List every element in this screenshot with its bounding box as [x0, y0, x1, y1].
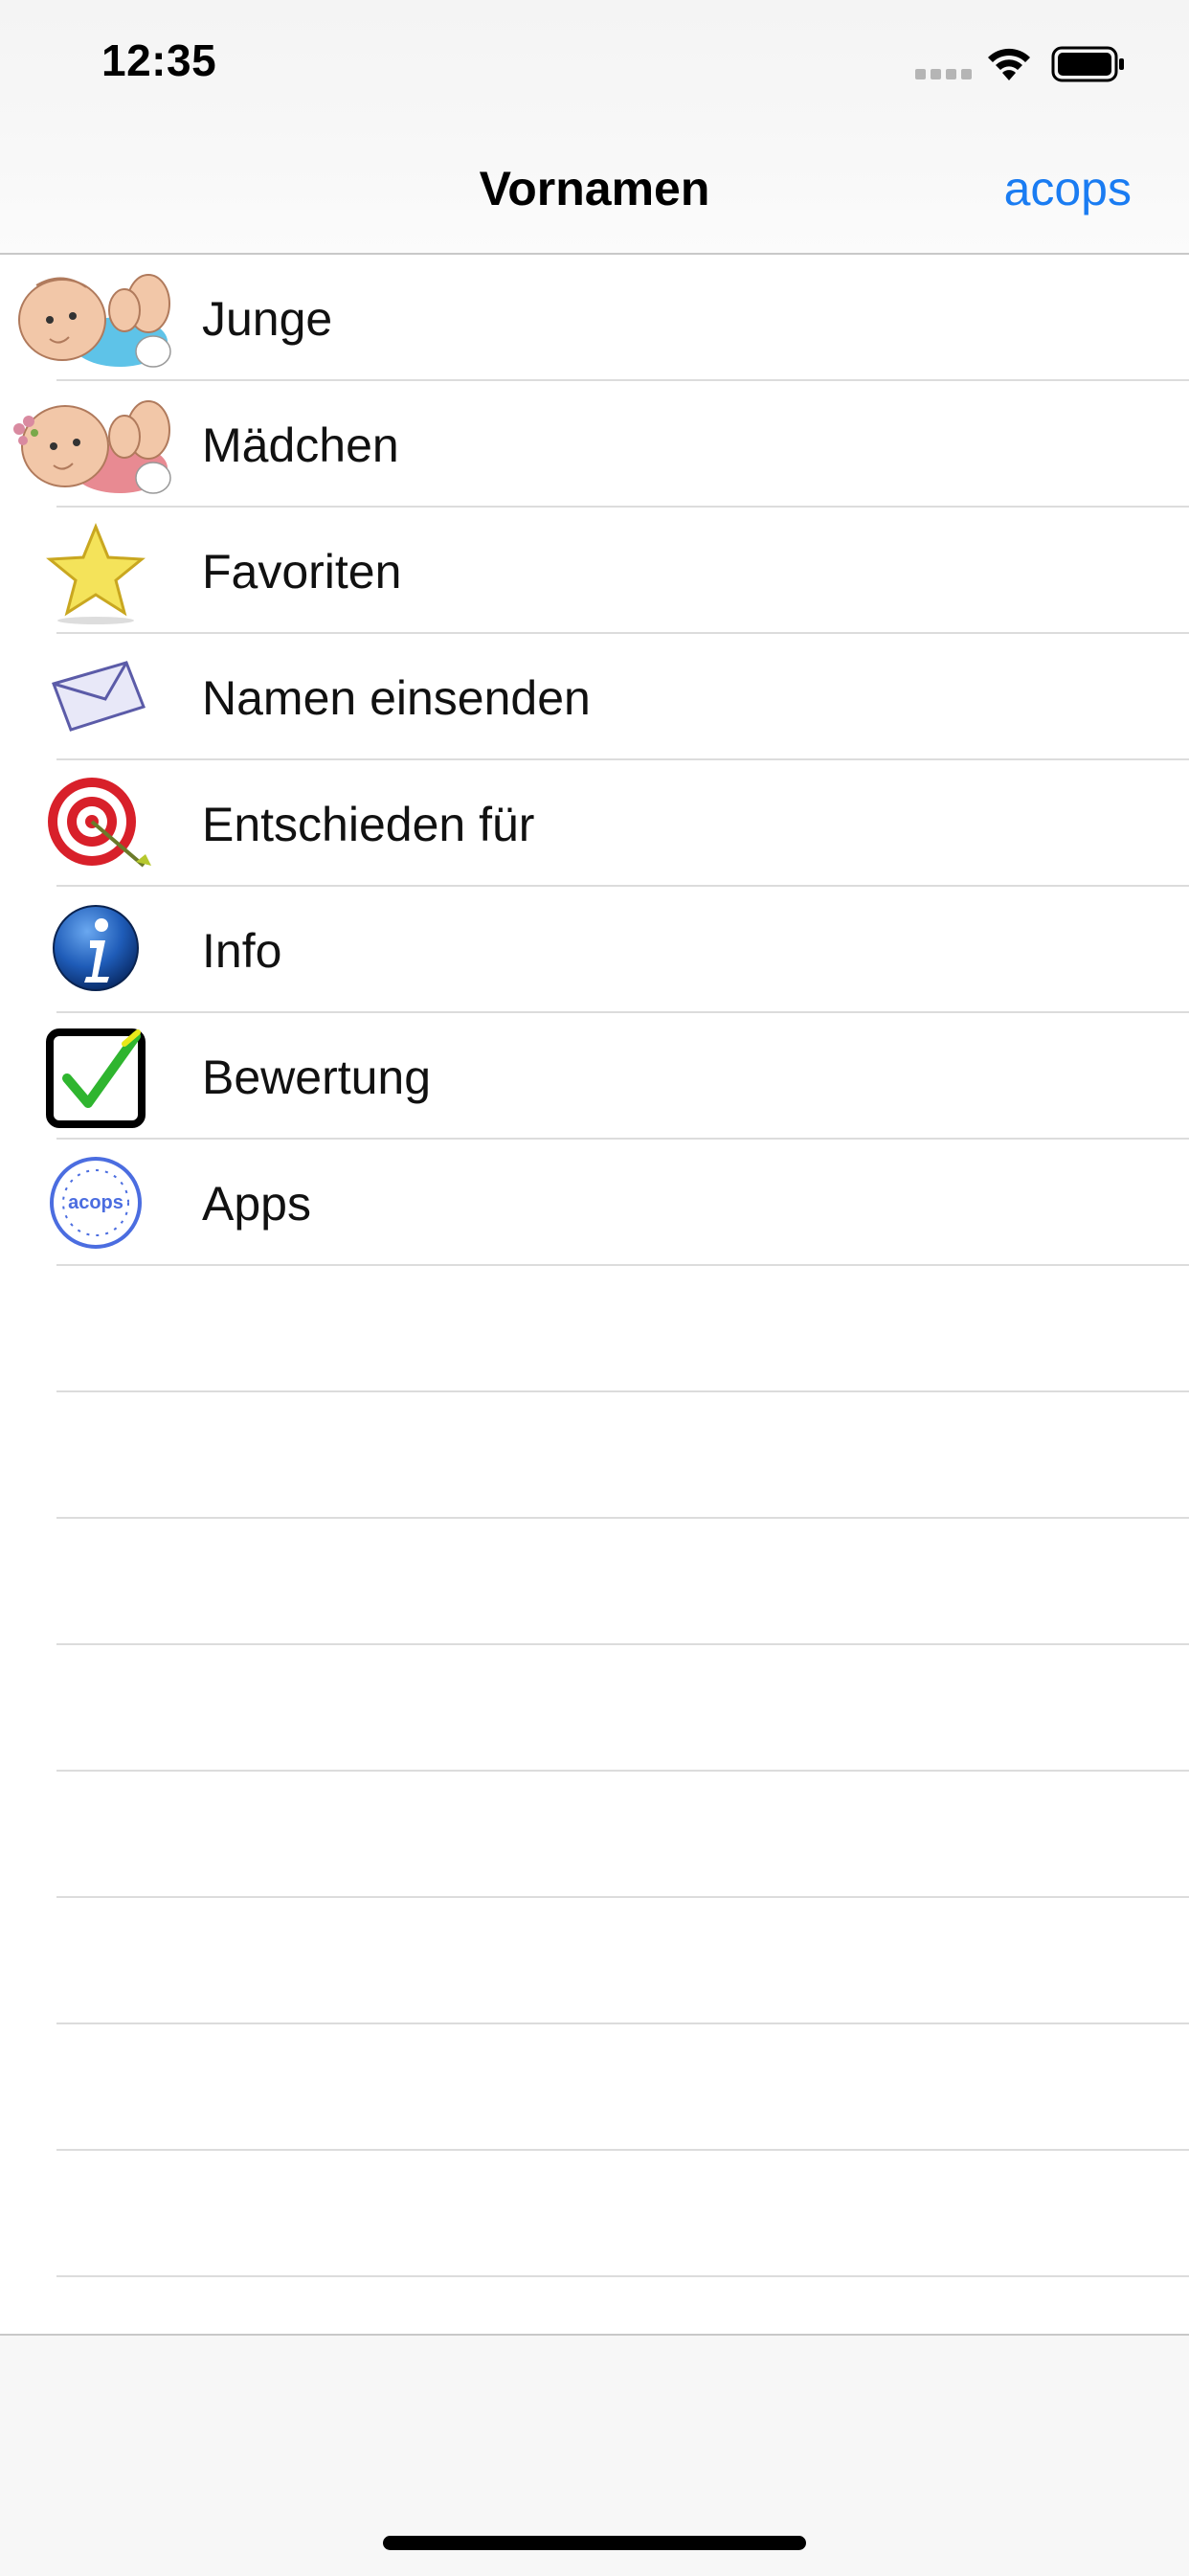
home-indicator[interactable] [383, 2536, 806, 2550]
empty-row [0, 1392, 1189, 1519]
list-item-apps[interactable]: acops Apps [0, 1140, 1189, 1266]
checkbox-icon [46, 1028, 146, 1128]
baby-boy-icon [18, 274, 171, 368]
wifi-icon [988, 48, 1030, 80]
envelope-icon [52, 661, 146, 732]
stamp-text: acops [68, 1192, 123, 1213]
list-item-label: Junge [202, 292, 333, 346]
empty-row [0, 1266, 1189, 1392]
empty-row [0, 2024, 1189, 2151]
star-icon [46, 523, 146, 624]
list-item-info[interactable]: Info [0, 887, 1189, 1013]
empty-row [0, 1645, 1189, 1772]
status-bar: 12:35 [0, 0, 1189, 124]
empty-row [0, 1519, 1189, 1645]
list-item-junge[interactable]: Junge [0, 255, 1189, 381]
menu-list: Junge Mädchen Favoriten Namen einsenden … [0, 255, 1189, 2277]
baby-girl-icon [13, 400, 171, 494]
list-item-label: Favoriten [202, 545, 402, 599]
list-item-label: Apps [202, 1177, 311, 1231]
cellular-signal-icon [915, 69, 972, 79]
acops-stamp-icon: acops [50, 1157, 142, 1249]
list-item-label: Bewertung [202, 1051, 432, 1104]
status-time: 12:35 [101, 35, 217, 85]
list-item-label: Mädchen [202, 418, 399, 472]
list-item-label: Entschieden für [202, 798, 535, 851]
list-item-namen-einsenden[interactable]: Namen einsenden [0, 634, 1189, 760]
list-item-maedchen[interactable]: Mädchen [0, 381, 1189, 508]
list-item-entschieden-fuer[interactable]: Entschieden für [0, 760, 1189, 887]
target-icon [48, 778, 151, 868]
acops-button[interactable]: acops [1004, 161, 1132, 216]
list-item-bewertung[interactable]: Bewertung [0, 1013, 1189, 1140]
list-item-label: Namen einsenden [202, 671, 591, 725]
info-icon [53, 905, 139, 991]
empty-row [0, 2151, 1189, 2277]
battery-icon [1051, 46, 1124, 82]
empty-row [0, 1772, 1189, 1898]
list-item-label: Info [202, 924, 282, 978]
navigation-bar: Vornamen acops [0, 124, 1189, 255]
list-item-favoriten[interactable]: Favoriten [0, 508, 1189, 634]
empty-row [0, 1898, 1189, 2024]
